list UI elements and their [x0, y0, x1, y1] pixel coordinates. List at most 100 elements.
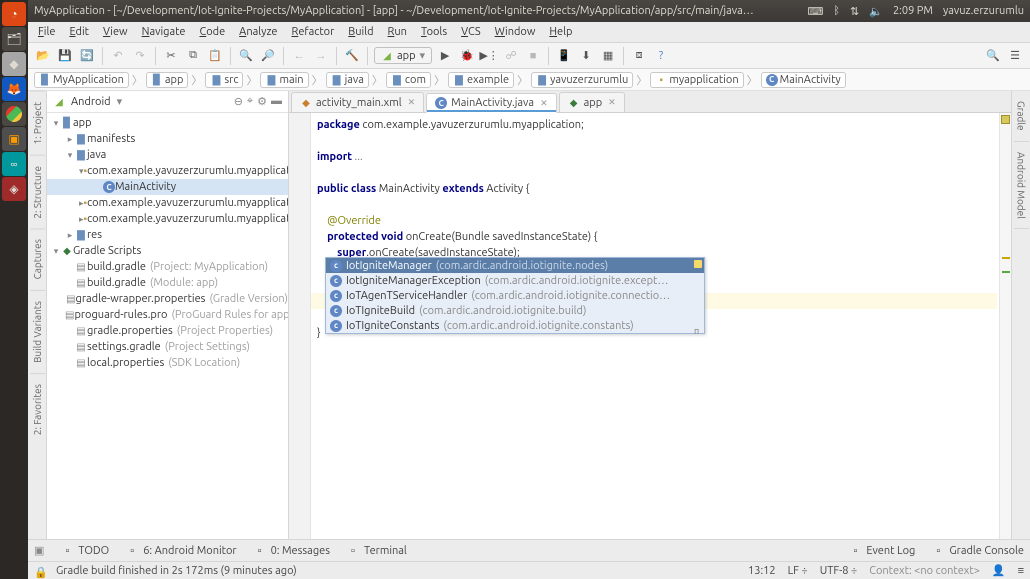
copy-icon[interactable]: ⧉ — [184, 47, 202, 65]
caret-position[interactable]: 13:12 — [748, 565, 776, 577]
project-tree[interactable]: ▾▉ app▸▇ manifests▾▇ java▾▪ com.example.… — [47, 113, 288, 539]
open-icon[interactable]: 📂 — [34, 47, 52, 65]
paste-icon[interactable]: 📋 — [206, 47, 224, 65]
tree-mainactivity[interactable]: C MainActivity — [47, 179, 288, 195]
tree-manifests[interactable]: ▸▇ manifests — [47, 131, 288, 147]
cut-icon[interactable]: ✂ — [162, 47, 180, 65]
tool----project[interactable]: 1: Project — [30, 91, 45, 155]
structure-icon[interactable]: ⧈ — [630, 47, 648, 65]
find-icon[interactable]: 🔍 — [237, 47, 255, 65]
sdk-icon[interactable]: ⬇ — [577, 47, 595, 65]
close-icon[interactable]: ✕ — [608, 97, 616, 108]
bottom-terminal[interactable]: ▫Terminal — [346, 544, 407, 558]
menu-help[interactable]: Help — [543, 26, 578, 38]
indicator-sound-icon[interactable]: 🔈 — [869, 5, 883, 18]
editor-tab-app[interactable]: ◆app✕ — [559, 92, 625, 112]
menu-navigate[interactable]: Navigate — [136, 26, 192, 38]
make-icon[interactable]: 🔨 — [343, 47, 361, 65]
project-view-label[interactable]: Android — [71, 96, 111, 108]
tree-build-gradle[interactable]: ▤ build.gradle(Module: app) — [47, 275, 288, 291]
menu-refactor[interactable]: Refactor — [285, 26, 340, 38]
menu-vcs[interactable]: VCS — [455, 26, 487, 38]
hide-icon[interactable]: ▬ — [271, 95, 282, 108]
tree-app[interactable]: ▾▉ app — [47, 115, 288, 131]
menu-edit[interactable]: Edit — [63, 26, 95, 38]
completion-iotignitebuild[interactable]: cIoTIgniteBuild (com.ardic.android.iotig… — [326, 303, 704, 318]
help-icon[interactable]: ? — [652, 47, 670, 65]
tool-captures[interactable]: Captures — [30, 228, 45, 289]
breadcrumb-src[interactable]: ▇src — [205, 72, 243, 88]
menu-view[interactable]: View — [97, 26, 134, 38]
bottom-0--messages[interactable]: ▫0: Messages — [253, 544, 330, 558]
resize-handle[interactable]: π — [694, 323, 704, 333]
debug-icon[interactable]: 🐞 — [458, 47, 476, 65]
breadcrumb-java[interactable]: ▇java — [326, 72, 369, 88]
tree-gradle-scripts[interactable]: ▾◆ Gradle Scripts — [47, 243, 288, 259]
tree-gradle-wrapper-properties[interactable]: ▤ gradle-wrapper.properties(Gradle Versi… — [47, 291, 288, 307]
breadcrumb-myapplication[interactable]: ▪myapplication — [650, 72, 743, 88]
user-menu[interactable]: yavuz.erzurumlu — [943, 5, 1024, 17]
tree-com-example-yavuzerzurumlu-myapplication[interactable]: ▾▪ com.example.yavuzerzurumlu.myapplicat… — [47, 163, 288, 179]
lock-icon[interactable]: 🔒 — [34, 566, 44, 576]
menu-window[interactable]: Window — [489, 26, 542, 38]
breadcrumb-yavuzerzurumlu[interactable]: ▇yavuzerzurumlu — [531, 72, 633, 88]
file-encoding[interactable]: UTF-8 ÷ — [820, 565, 858, 577]
tool----favorites[interactable]: 2: Favorites — [30, 373, 45, 445]
bottom-event-log[interactable]: ▫Event Log — [848, 544, 915, 558]
attach-icon[interactable]: ☍ — [502, 47, 520, 65]
tree-settings-gradle[interactable]: ▤ settings.gradle(Project Settings) — [47, 339, 288, 355]
save-icon[interactable]: 💾 — [56, 47, 74, 65]
chromium-icon[interactable] — [2, 102, 26, 126]
completion-iotagentservicehandler[interactable]: cIoTAgenTServiceHandler (com.ardic.andro… — [326, 288, 704, 303]
editor-tab-activity-main-xml[interactable]: ◆activity_main.xml✕ — [291, 92, 424, 112]
tree-com-example-yavuzerzurumlu-myapplication[interactable]: ▸▪ com.example.yavuzerzurumlu.myapplicat… — [47, 195, 288, 211]
restore-layout-icon[interactable]: ▣ — [34, 544, 44, 557]
menu-code[interactable]: Code — [193, 26, 231, 38]
tree-build-gradle[interactable]: ▤ build.gradle(Project: MyApplication) — [47, 259, 288, 275]
breadcrumb-mainactivity[interactable]: CMainActivity — [761, 72, 846, 88]
menu-tools[interactable]: Tools — [415, 26, 453, 38]
line-separator[interactable]: LF ÷ — [788, 565, 808, 577]
menu-build[interactable]: Build — [342, 26, 379, 38]
tree-java[interactable]: ▾▇ java — [47, 147, 288, 163]
tool-build-variants[interactable]: Build Variants — [30, 290, 45, 373]
breadcrumb-app[interactable]: ▉app — [146, 72, 189, 88]
firefox-icon[interactable]: 🦊 — [2, 77, 26, 101]
chevron-down-icon[interactable]: ▾ — [117, 95, 123, 108]
run-icon[interactable]: ▶ — [436, 47, 454, 65]
files-icon[interactable]: 🗂 — [2, 27, 26, 51]
forward-icon[interactable]: → — [312, 47, 330, 65]
bottom-gradle-console[interactable]: ▫Gradle Console — [931, 544, 1024, 558]
settings-icon[interactable]: ☰ — [1006, 47, 1024, 65]
tree-res[interactable]: ▸▇ res — [47, 227, 288, 243]
search-everywhere-icon[interactable]: 🔍 — [984, 47, 1002, 65]
tool-gradle[interactable]: Gradle — [1014, 91, 1029, 142]
back-icon[interactable]: ← — [290, 47, 308, 65]
tree-gradle-properties[interactable]: ▤ gradle.properties(Project Properties) — [47, 323, 288, 339]
code-editor[interactable]: package com.example.yavuzerzurumlu.myapp… — [289, 113, 1011, 539]
breadcrumb-com[interactable]: ▇com — [386, 72, 431, 88]
menu-run[interactable]: Run — [382, 26, 413, 38]
editor-tab-mainactivity-java[interactable]: CMainActivity.java✕ — [426, 93, 556, 113]
android-studio-icon[interactable]: ◆ — [2, 52, 26, 76]
breadcrumb-main[interactable]: ▇main — [260, 72, 308, 88]
breadcrumb-example[interactable]: ▇example — [448, 72, 514, 88]
replace-icon[interactable]: 🔎 — [259, 47, 277, 65]
indicator-bluetooth-icon[interactable]: ᛒ — [833, 5, 840, 17]
run-config-select[interactable]: ◢ app ▾ — [374, 47, 432, 64]
completion-iotignitemanagerexception[interactable]: cIotIgniteManagerException (com.ardic.an… — [326, 273, 704, 288]
menu-file[interactable]: File — [32, 26, 61, 38]
tree-local-properties[interactable]: ▤ local.properties(SDK Location) — [47, 355, 288, 371]
tree-com-example-yavuzerzurumlu-myapplication[interactable]: ▸▪ com.example.yavuzerzurumlu.myapplicat… — [47, 211, 288, 227]
app-icon[interactable]: ▣ — [2, 127, 26, 151]
arduino-icon[interactable]: ∞ — [2, 152, 26, 176]
tool-android-model[interactable]: Android Model — [1014, 142, 1029, 230]
breadcrumb-myapplication[interactable]: ▉MyApplication — [34, 72, 129, 88]
indicator-keyboard-icon[interactable]: ⌨ — [808, 5, 824, 18]
completion-iotigniteconstants[interactable]: cIoTIgniteConstants (com.ardic.android.i… — [326, 318, 704, 333]
hector-icon[interactable]: 👤 — [992, 564, 1006, 577]
menu-analyze[interactable]: Analyze — [233, 26, 283, 38]
context-label[interactable]: Context: <no context> — [869, 565, 980, 577]
completion-iotignitemanager[interactable]: cIotIgniteManager (com.ardic.android.iot… — [326, 258, 704, 273]
sync-icon[interactable]: 🔄 — [78, 47, 96, 65]
